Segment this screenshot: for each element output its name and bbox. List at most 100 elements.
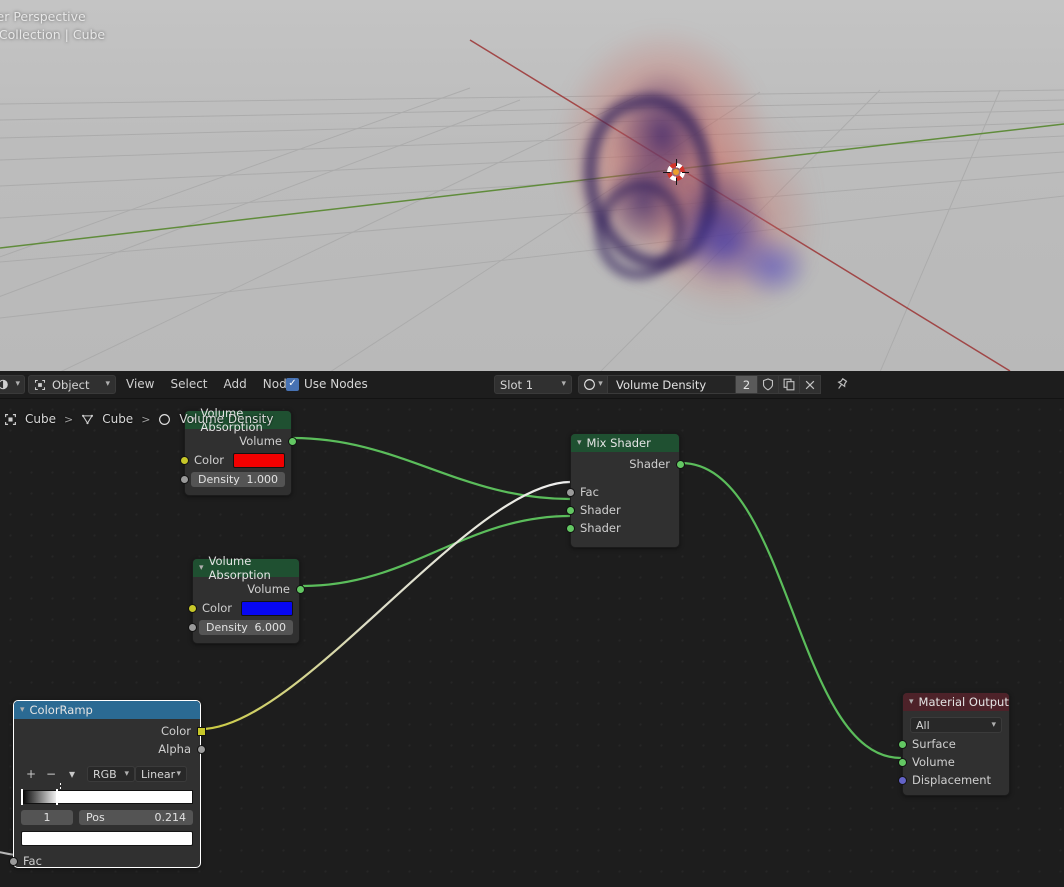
breadcrumb-item-material[interactable]: Volume Density (179, 412, 273, 426)
chevron-down-icon: ▾ (598, 379, 603, 389)
input-density[interactable]: Density 1.000 (179, 470, 291, 489)
checkbox-icon: ✓ (286, 377, 299, 391)
stop-color-swatch[interactable] (21, 831, 193, 846)
node-title: Material Output (918, 695, 1009, 709)
socket-shader-in-2[interactable] (565, 523, 575, 533)
output-shader[interactable]: Shader (571, 455, 685, 473)
input-color[interactable]: Color (179, 450, 291, 470)
output-volume[interactable]: Volume (185, 432, 297, 450)
color-mode-dropdown[interactable]: RGB ▾ (87, 766, 135, 782)
collapse-chevron-icon[interactable]: ▾ (577, 438, 582, 448)
material-slot-label: Slot 1 (500, 377, 534, 392)
node-material-output[interactable]: ▾ Material Output All ▾ Surface Volume D… (897, 692, 1010, 796)
stop-position-field[interactable]: Pos 0.214 (79, 810, 193, 825)
collapse-chevron-icon[interactable]: ▾ (909, 697, 914, 707)
menu-add[interactable]: Add (224, 377, 247, 391)
input-label: Fac (580, 485, 599, 499)
socket-volume-in[interactable] (897, 757, 907, 767)
material-browse-button[interactable]: ▾ (578, 375, 608, 394)
node-mix-shader[interactable]: ▾ Mix Shader Shader Fac Shader Shader (565, 433, 685, 548)
add-stop-button[interactable]: + (21, 767, 41, 781)
menu-select[interactable]: Select (170, 377, 207, 391)
node-body: Volume Color Density 6.000 (187, 577, 305, 643)
socket-density-in[interactable] (179, 475, 189, 484)
input-volume[interactable]: Volume (897, 753, 1009, 771)
density-field[interactable]: Density 1.000 (191, 472, 285, 487)
socket-volume-out[interactable] (287, 436, 297, 446)
input-shader-1[interactable]: Shader (565, 501, 679, 519)
mesh-data-icon (82, 414, 94, 424)
input-surface[interactable]: Surface (897, 735, 1009, 753)
material-datablock: ▾ Volume Density 2 (578, 375, 851, 394)
socket-color-in[interactable] (179, 455, 189, 465)
material-name-field[interactable]: Volume Density (608, 375, 736, 394)
ramp-stop-1[interactable] (56, 783, 65, 807)
fake-user-button[interactable] (758, 375, 779, 394)
output-volume[interactable]: Volume (193, 580, 305, 598)
node-title: ColorRamp (29, 703, 93, 717)
collapse-chevron-icon[interactable]: ▾ (199, 563, 204, 573)
shader-type-dropdown[interactable]: Object ▾ (28, 375, 116, 394)
breadcrumb-separator: > (141, 412, 151, 426)
input-fac[interactable]: Fac (8, 852, 200, 870)
density-field[interactable]: Density 6.000 (199, 620, 293, 635)
socket-shader-out[interactable] (675, 459, 685, 469)
output-label: Alpha (158, 742, 191, 756)
3d-viewport[interactable]: ser Perspective ) Collection | Cube (0, 0, 1064, 371)
socket-volume-out[interactable] (295, 584, 305, 594)
breadcrumb-item-object[interactable]: Cube (25, 412, 56, 426)
socket-color-out[interactable] (196, 726, 206, 736)
pin-button[interactable] (831, 375, 851, 394)
interpolation-dropdown[interactable]: Linear ▾ (135, 766, 187, 782)
color-swatch[interactable] (241, 600, 293, 616)
density-value: 1.000 (246, 473, 279, 486)
socket-color-in[interactable] (187, 603, 197, 613)
material-slot-dropdown[interactable]: Slot 1 ▾ (494, 375, 572, 394)
socket-surface-in[interactable] (897, 739, 907, 749)
menu-view[interactable]: View (126, 377, 154, 391)
output-alpha[interactable]: Alpha (14, 740, 206, 758)
socket-shader-in-1[interactable] (565, 505, 575, 515)
output-color[interactable]: Color (14, 722, 206, 740)
node-volume-absorption[interactable]: ▾ Volume Absorption Volume Color Density (187, 554, 305, 644)
editor-type-selector[interactable]: ▾ (0, 375, 25, 394)
ramp-stop-0[interactable] (21, 789, 30, 807)
use-nodes-toggle[interactable]: ✓ Use Nodes (286, 377, 368, 391)
input-color[interactable]: Color (187, 598, 299, 618)
remove-stop-button[interactable]: − (41, 767, 61, 781)
collapse-chevron-icon[interactable]: ▾ (20, 705, 25, 715)
node-header[interactable]: ▾ Material Output (903, 693, 1009, 711)
stop-index-field[interactable]: 1 (21, 810, 73, 825)
node-header[interactable]: ▾ Volume Absorption (193, 554, 299, 582)
pos-label: Pos (86, 811, 105, 824)
socket-alpha-out[interactable] (196, 744, 206, 754)
node-body: Volume Color Density 1.000 (179, 429, 297, 495)
color-swatch[interactable] (233, 452, 285, 468)
material-user-count[interactable]: 2 (736, 375, 758, 394)
socket-density-in[interactable] (187, 623, 197, 632)
input-displacement[interactable]: Displacement (897, 771, 1009, 789)
copy-icon (783, 378, 795, 391)
chevron-down-icon[interactable]: ▾ (61, 767, 83, 781)
input-label: Shader (580, 503, 621, 517)
color-ramp-gradient[interactable] (21, 783, 193, 807)
node-editor-canvas[interactable]: ▾ Volume Absorption Volume Color Density (0, 399, 1064, 887)
input-density[interactable]: Density 6.000 (187, 618, 299, 637)
node-editor-icon (0, 379, 9, 390)
unlink-material-button[interactable] (800, 375, 821, 394)
input-label: Surface (912, 737, 956, 751)
socket-fac-in[interactable] (8, 856, 18, 866)
socket-fac-in[interactable] (565, 487, 575, 497)
output-target-dropdown[interactable]: All ▾ (910, 717, 1002, 733)
node-color-ramp[interactable]: ▾ ColorRamp Color Alpha + − ▾ RGB ▾ Line… (8, 700, 206, 870)
new-material-button[interactable] (779, 375, 800, 394)
breadcrumb-item-mesh[interactable]: Cube (102, 412, 133, 426)
socket-displacement-in[interactable] (897, 775, 907, 785)
input-fac[interactable]: Fac (565, 483, 679, 501)
input-label: Volume (912, 755, 955, 769)
node-header[interactable]: ▾ Mix Shader (571, 434, 679, 452)
chevron-down-icon: ▾ (124, 768, 129, 779)
input-shader-2[interactable]: Shader (565, 519, 679, 537)
node-header[interactable]: ▾ ColorRamp (14, 701, 200, 719)
volume-smoke-blue (640, 180, 830, 320)
